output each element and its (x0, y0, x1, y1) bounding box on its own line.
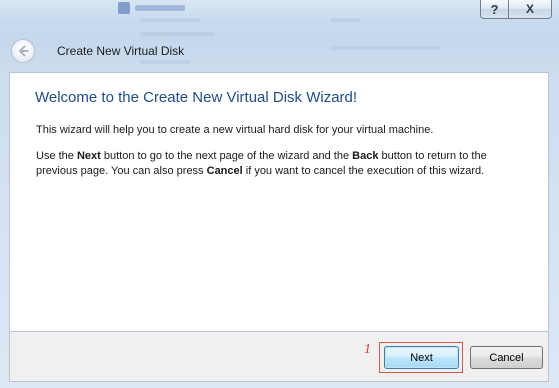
background-window-text (140, 18, 200, 22)
wizard-heading: Welcome to the Create New Virtual Disk W… (35, 89, 358, 106)
background-window-icon (118, 2, 130, 14)
background-window-text (330, 18, 360, 22)
back-button[interactable] (11, 39, 35, 63)
background-window-text (140, 32, 215, 36)
background-window-text (140, 60, 190, 64)
help-button[interactable]: ? (480, 0, 509, 19)
step-annotation-number: 1 (364, 342, 371, 357)
close-button[interactable]: X (509, 0, 552, 19)
title-bar-buttons: ? X (480, 0, 552, 19)
background-window-text (135, 5, 185, 11)
cancel-button[interactable]: Cancel (470, 346, 543, 369)
background-window-text (330, 46, 440, 50)
close-icon: X (525, 2, 534, 16)
next-keyword: Next (76, 150, 101, 162)
window-title: Create New Virtual Disk (57, 44, 185, 58)
help-icon: ? (490, 1, 499, 17)
cancel-keyword: Cancel (206, 165, 243, 177)
wizard-button-bar: 1 Next Cancel (9, 332, 549, 382)
next-button[interactable]: Next (384, 346, 459, 369)
back-arrow-icon (19, 45, 29, 57)
wizard-instructions-text: Use the Next button to go to the next pa… (36, 150, 487, 177)
back-keyword: Back (352, 150, 379, 162)
wizard-intro-text: This wizard will help you to create a ne… (36, 124, 434, 136)
wizard-content-panel: Welcome to the Create New Virtual Disk W… (9, 72, 549, 332)
